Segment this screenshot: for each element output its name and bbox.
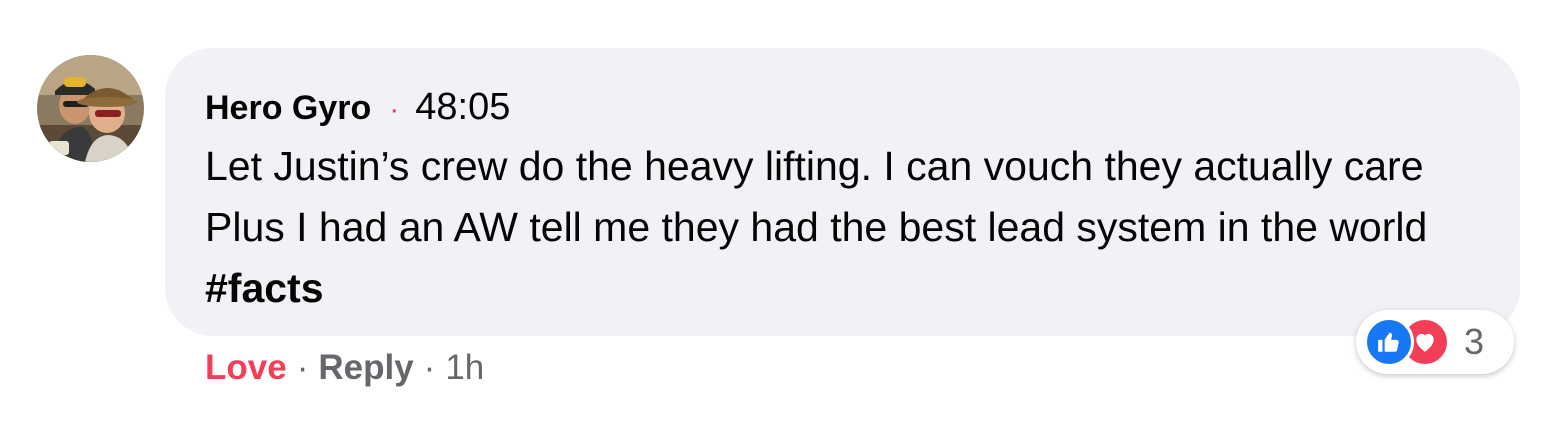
reaction-icons [1360, 314, 1450, 370]
comment-header: Hero Gyro · 48:05 [205, 86, 1480, 134]
comment: Hero Gyro · 48:05 Let Justin’s crew do t… [0, 0, 1558, 436]
header-separator: · [389, 93, 400, 126]
video-timestamp[interactable]: 48:05 [415, 86, 510, 129]
avatar-photo [37, 55, 144, 162]
comment-text: Let Justin’s crew do the heavy lifting. … [205, 136, 1475, 319]
comment-body: Let Justin’s crew do the heavy lifting. … [205, 143, 1428, 250]
comment-actions: Love · Reply · 1h [205, 348, 484, 388]
like-icon [1364, 317, 1414, 367]
love-button[interactable]: Love [205, 348, 287, 388]
hashtag-link[interactable]: #facts [205, 265, 324, 311]
reply-button[interactable]: Reply [318, 348, 413, 388]
action-separator: · [423, 348, 436, 387]
avatar[interactable] [37, 55, 144, 162]
comment-bubble: Hero Gyro · 48:05 Let Justin’s crew do t… [165, 48, 1520, 336]
reaction-count: 3 [1464, 321, 1485, 362]
author-name[interactable]: Hero Gyro [205, 89, 371, 128]
reactions-summary[interactable]: 3 [1356, 310, 1514, 374]
comment-time[interactable]: 1h [445, 348, 484, 388]
action-separator: · [296, 348, 309, 387]
